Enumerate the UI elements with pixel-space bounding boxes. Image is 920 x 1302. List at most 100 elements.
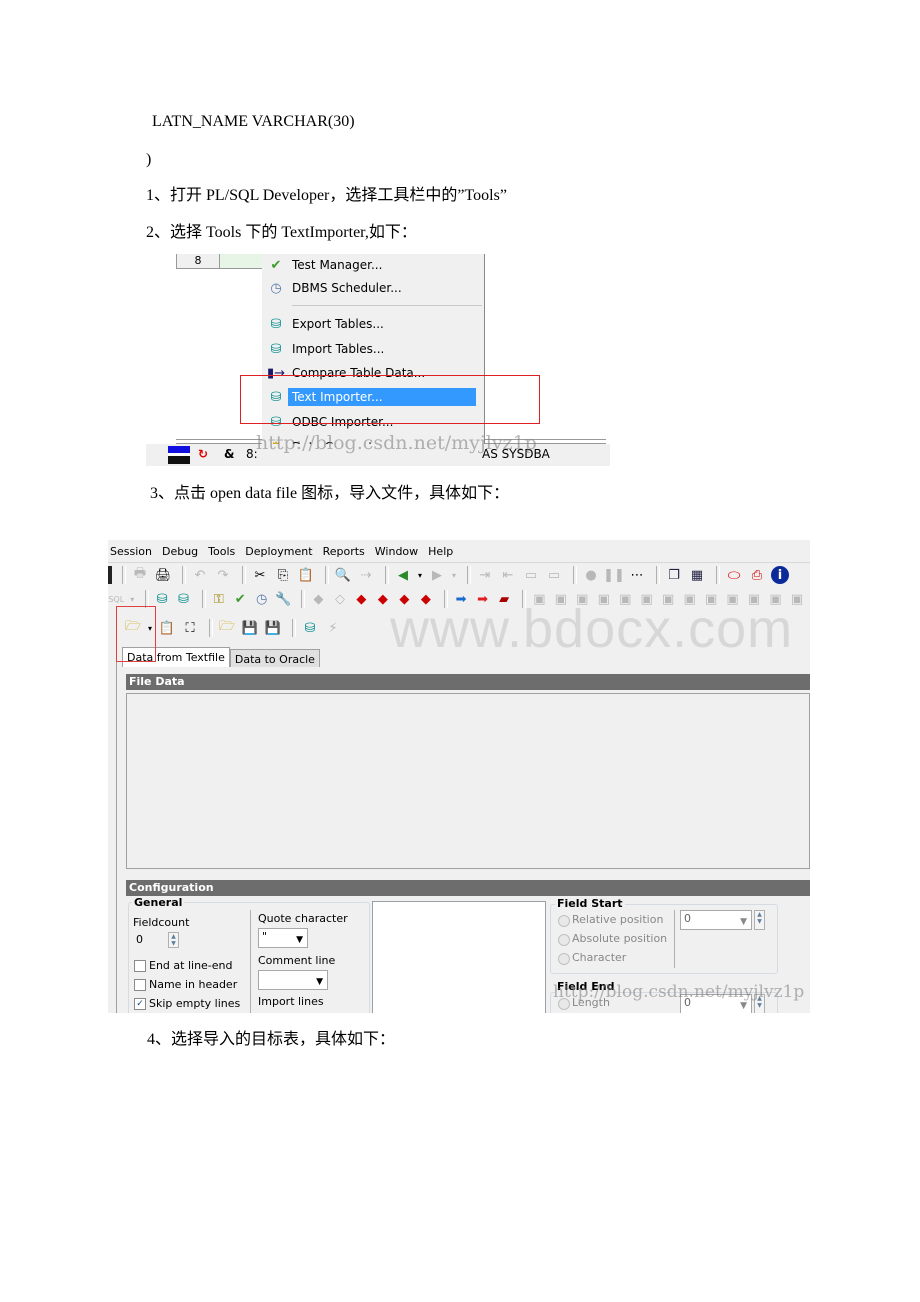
scheduler-icon[interactable]: ◷ — [253, 590, 269, 608]
new-icon[interactable]: ⛶ — [181, 619, 199, 637]
chevron-down-icon: ▼ — [740, 917, 747, 927]
info-icon[interactable]: i — [771, 566, 789, 584]
grid-cell-green — [220, 254, 266, 269]
book-folder-icon[interactable]: ◆ — [375, 590, 391, 608]
redo-icon[interactable]: ↷ — [214, 566, 232, 584]
toolbar-grip-icon — [108, 566, 112, 584]
comment-icon[interactable]: ▭ — [545, 566, 563, 584]
comment-line-select[interactable]: ▼ — [258, 970, 328, 990]
status-amp: & — [224, 447, 235, 461]
doc-line-column-def: LATN_NAME VARCHAR(30) — [152, 113, 355, 130]
menu-session[interactable]: Session — [110, 545, 152, 558]
configuration-header: Configuration — [126, 880, 810, 896]
general-divider — [250, 910, 251, 1013]
general-title: General — [132, 896, 185, 909]
pause-icon[interactable]: ❚❚ — [603, 566, 625, 584]
menu-debug[interactable]: Debug — [162, 545, 198, 558]
menu-item-export-tables[interactable]: ⛁ Export Tables... — [266, 313, 480, 335]
cut-icon[interactable]: ✂ — [251, 566, 269, 584]
paste-data-icon[interactable]: 📋 — [158, 619, 176, 637]
oracle-icon[interactable]: ⬭ — [725, 566, 743, 584]
file-data-area[interactable] — [126, 693, 810, 869]
field-start-value-select[interactable]: 0 ▼ — [680, 910, 752, 930]
execute-icon[interactable]: ◀ — [394, 566, 412, 584]
preferences-icon[interactable]: 🔧 — [275, 590, 291, 608]
print-icon[interactable]: 🖨 — [154, 566, 172, 584]
skip-empty-lines-checkbox[interactable]: ✓ — [134, 998, 146, 1010]
pdf-icon[interactable]: ⎙ — [748, 566, 766, 584]
character-radio[interactable] — [558, 953, 570, 965]
menu-item-label: Import Tables... — [292, 342, 385, 356]
export-tables-icon: ⛁ — [270, 316, 282, 332]
doc-step-3: 3、点击 open data file 图标，导入文件，具体如下： — [150, 485, 510, 502]
find-next-icon[interactable]: ⇢ — [357, 566, 375, 584]
menu-deployment[interactable]: Deployment — [245, 545, 312, 558]
doc-step-2: 2、选择 Tools 下的 TextImporter,如下： — [146, 224, 417, 241]
menu-item-dbms-scheduler[interactable]: ◷ DBMS Scheduler... — [266, 277, 480, 299]
save-icon[interactable]: 💾 — [241, 619, 259, 637]
menu-item-test-manager[interactable]: ✔ Test Manager... — [266, 254, 480, 276]
menu-window[interactable]: Window — [375, 545, 418, 558]
print-preview-icon[interactable]: 🖶 — [131, 566, 149, 584]
copy-icon[interactable]: ⎘ — [274, 566, 292, 584]
quote-character-value: " — [262, 930, 268, 943]
disconnect-icon[interactable]: ⛁ — [175, 590, 191, 608]
cascade-windows-icon[interactable]: ❐ — [665, 566, 683, 584]
watermark: http://blog.csdn.net/myjlvz1p — [256, 432, 537, 454]
macro-icon[interactable]: ⋯ — [628, 566, 646, 584]
quote-character-select[interactable]: " ▼ — [258, 928, 308, 948]
indent-icon[interactable]: ⇥ — [476, 566, 494, 584]
wand-icon[interactable]: ⚡ — [324, 619, 342, 637]
tab-data-to-oracle[interactable]: Data to Oracle — [229, 649, 320, 667]
file-data-header: File Data — [126, 674, 810, 690]
field-start-spinner[interactable]: ▲ ▼ — [754, 910, 765, 930]
comment-line-label: Comment line — [258, 954, 336, 967]
field-start-title: Field Start — [555, 897, 625, 910]
menu-item-label: DBMS Scheduler... — [292, 281, 402, 295]
save-as-icon[interactable]: 💾 — [264, 619, 282, 637]
name-in-header-checkbox[interactable] — [134, 979, 146, 991]
outdent-icon[interactable]: ⇤ — [499, 566, 517, 584]
connection-color-icon — [168, 446, 190, 464]
record-icon[interactable]: ● — [582, 566, 600, 584]
relative-position-radio[interactable] — [558, 915, 570, 927]
keys-icon[interactable]: ⚿ — [211, 590, 227, 608]
menu-item-import-tables[interactable]: ⛁ Import Tables... — [266, 338, 480, 360]
export-icon[interactable]: ▶ — [428, 566, 446, 584]
connect-icon[interactable]: ⛁ — [154, 590, 170, 608]
compile-icon[interactable]: ◆ — [310, 590, 326, 608]
refresh-icon[interactable]: ↻ — [198, 447, 208, 461]
paste-icon[interactable]: 📋 — [297, 566, 315, 584]
uncomment-icon[interactable]: ▭ — [522, 566, 540, 584]
menu-separator — [292, 305, 482, 306]
site-watermark: www.bdocx.com — [390, 599, 794, 659]
field-start-divider — [674, 910, 675, 968]
doc-step-1: 1、打开 PL/SQL Developer，选择工具栏中的”Tools” — [146, 187, 507, 204]
open-icon[interactable]: 🗁 — [218, 619, 236, 637]
end-at-line-end-checkbox[interactable] — [134, 960, 146, 972]
preview-box[interactable] — [372, 901, 546, 1013]
test-manager-icon[interactable]: ✔ — [232, 590, 248, 608]
import-icon[interactable]: ⛁ — [301, 619, 319, 637]
find-icon[interactable]: 🔍 — [334, 566, 352, 584]
character-label: Character — [572, 951, 627, 964]
menu-help[interactable]: Help — [428, 545, 453, 558]
object-icon[interactable]: ◇ — [332, 590, 348, 608]
menu-tools[interactable]: Tools — [208, 545, 235, 558]
fieldcount-spinner[interactable]: ▲ ▼ — [168, 932, 179, 948]
absolute-position-radio[interactable] — [558, 934, 570, 946]
tile-windows-icon[interactable]: ▦ — [688, 566, 706, 584]
left-panel-edge — [108, 620, 117, 1013]
highlight-box — [240, 375, 540, 424]
grid-cell: 8 — [176, 254, 220, 269]
fieldcount-input[interactable]: 0 — [133, 932, 167, 948]
menu-item-label: Export Tables... — [292, 317, 384, 331]
dropdown-icon[interactable]: ▾ — [451, 566, 457, 584]
undo-icon[interactable]: ↶ — [191, 566, 209, 584]
skip-empty-lines-label: Skip empty lines — [149, 997, 241, 1010]
menu-reports[interactable]: Reports — [323, 545, 365, 558]
dropdown-icon[interactable]: ▾ — [417, 566, 423, 584]
fieldcount-label: Fieldcount — [133, 916, 190, 929]
book-icon[interactable]: ◆ — [353, 590, 369, 608]
import-tables-icon: ⛁ — [270, 341, 282, 357]
